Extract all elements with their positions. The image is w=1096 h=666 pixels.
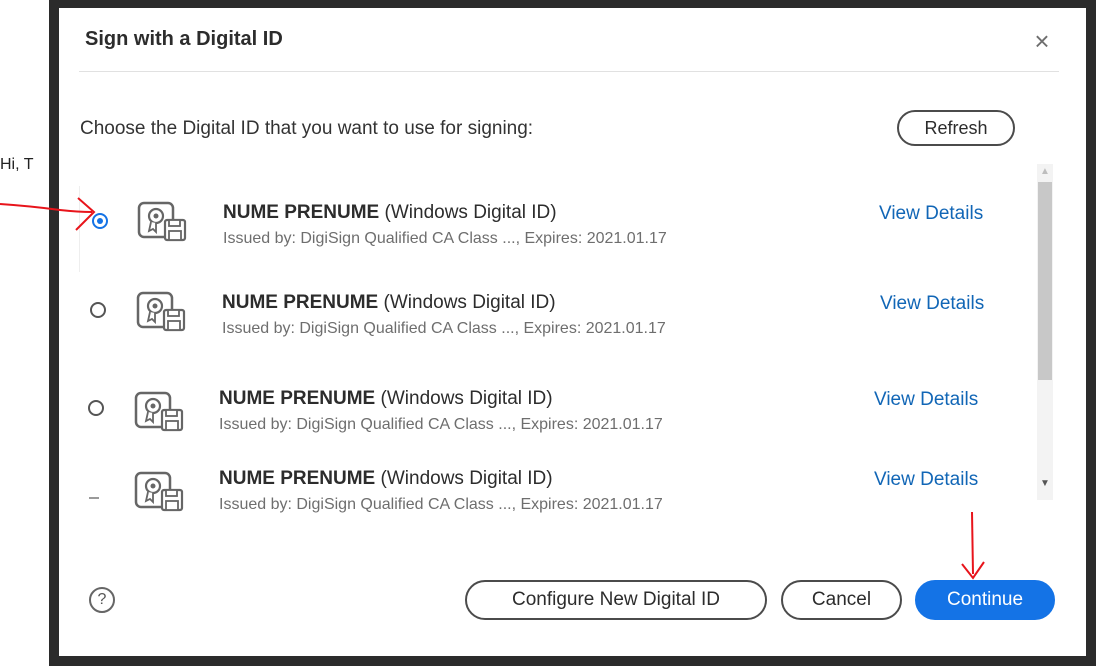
digital-id-row[interactable]: NUME PRENUME (Windows Digital ID) Issued… [79,186,1038,272]
id-holder-name: NUME PRENUME [222,292,379,313]
digital-id-row[interactable]: NUME PRENUME (Windows Digital ID) Issued… [79,368,1037,454]
background-document [0,0,49,666]
digital-id-name: NUME PRENUME (Windows Digital ID) [223,202,557,224]
scroll-up-arrow-icon[interactable]: ▲ [1037,164,1053,180]
digital-id-list: NUME PRENUME (Windows Digital ID) Issued… [79,164,1059,524]
digital-id-radio[interactable] [90,302,106,318]
id-type: (Windows Digital ID) [384,202,557,223]
refresh-button[interactable]: Refresh [897,110,1015,146]
digital-id-name: NUME PRENUME (Windows Digital ID) [219,468,553,490]
help-icon[interactable]: ? [89,587,115,613]
choose-id-prompt: Choose the Digital ID that you want to u… [80,118,534,139]
continue-button[interactable]: Continue [915,580,1055,620]
view-details-link[interactable]: View Details [880,293,984,315]
view-details-link[interactable]: View Details [874,469,978,491]
window-frame-top [49,0,1096,8]
id-issuer-expiry: Issued by: DigiSign Qualified CA Class .… [223,230,667,247]
annotation-arrow-to-selected [0,197,96,231]
id-holder-name: NUME PRENUME [219,388,376,409]
view-details-link[interactable]: View Details [879,203,983,225]
digital-id-name: NUME PRENUME (Windows Digital ID) [222,292,556,314]
background-text: Hi, T [0,156,34,173]
digital-id-certificate-icon [136,291,186,332]
id-issuer-expiry: Issued by: DigiSign Qualified CA Class .… [222,320,666,337]
id-type: (Windows Digital ID) [380,388,553,409]
digital-id-radio[interactable] [88,400,104,416]
id-holder-name: NUME PRENUME [223,202,380,223]
scroll-down-arrow-icon[interactable]: ▼ [1037,476,1053,492]
dialog-title: Sign with a Digital ID [85,28,283,50]
scroll-thumb[interactable] [1038,182,1052,380]
view-details-link[interactable]: View Details [874,389,978,411]
annotation-arrow-to-continue [961,512,985,580]
window-frame-right [1086,0,1096,666]
window-frame-bottom [49,656,1096,666]
digital-id-certificate-icon [134,471,184,512]
digital-id-row[interactable]: NUME PRENUME (Windows Digital ID) Issued… [79,454,1037,524]
digital-id-radio-partial[interactable] [89,497,99,499]
close-icon[interactable]: × [1027,26,1057,56]
list-scrollbar[interactable]: ▲ ▼ [1037,164,1053,500]
cancel-button[interactable]: Cancel [781,580,902,620]
sign-digital-id-dialog: Sign with a Digital ID × Choose the Digi… [59,8,1086,656]
digital-id-certificate-icon [134,391,184,432]
id-type: (Windows Digital ID) [380,468,553,489]
configure-new-digital-id-button[interactable]: Configure New Digital ID [465,580,767,620]
title-divider [79,71,1059,72]
digital-id-certificate-icon [137,201,187,242]
digital-id-row[interactable]: NUME PRENUME (Windows Digital ID) Issued… [79,272,1037,358]
window-frame-left [49,0,59,666]
digital-id-name: NUME PRENUME (Windows Digital ID) [219,388,553,410]
id-issuer-expiry: Issued by: DigiSign Qualified CA Class .… [219,416,663,433]
id-type: (Windows Digital ID) [383,292,556,313]
id-holder-name: NUME PRENUME [219,468,376,489]
id-issuer-expiry: Issued by: DigiSign Qualified CA Class .… [219,496,663,513]
